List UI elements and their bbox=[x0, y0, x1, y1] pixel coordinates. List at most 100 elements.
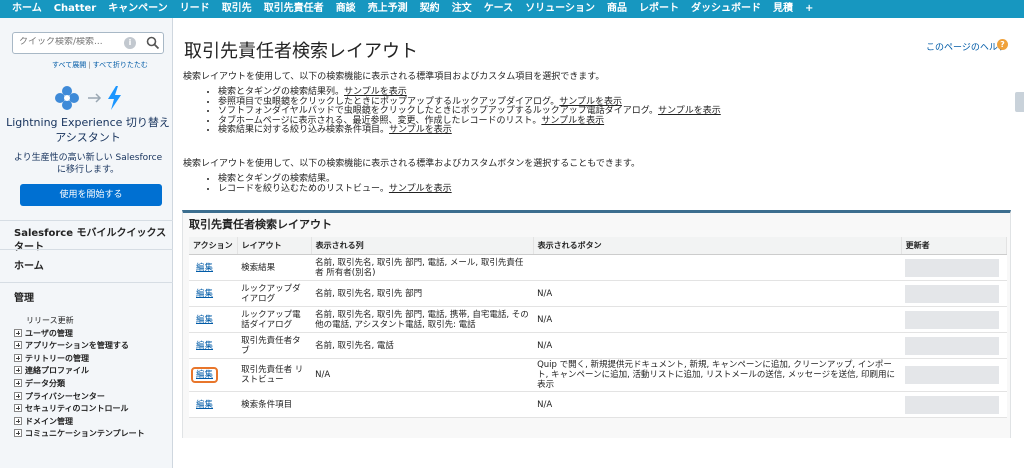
sidebar-admin-item[interactable]: リリース更新 bbox=[26, 315, 74, 327]
sidebar-admin-item-label: ユーザの管理 bbox=[25, 328, 73, 338]
buttons-cell: Quip で開く, 新規提供元ドキュメント, 新規, キャンペーンに追加, クリ… bbox=[533, 358, 902, 392]
sidebar-admin-item[interactable]: セキュリティのコントロール bbox=[14, 403, 129, 415]
sidebar-section-admin: 管理 bbox=[14, 293, 34, 304]
edit-link[interactable]: 編集 bbox=[193, 314, 216, 326]
expand-collapse-links: すべて展開 | すべて折りたたむ bbox=[52, 60, 148, 70]
main-content: 取引先責任者検索レイアウト このページのヘルプ ? 検索レイアウトを使用して、以… bbox=[174, 18, 1024, 468]
edit-link[interactable]: 編集 bbox=[193, 288, 216, 300]
updated-by-cell bbox=[901, 391, 1007, 418]
sidebar-admin-item[interactable]: テリトリーの管理 bbox=[14, 353, 89, 365]
tab-item[interactable]: ダッシュボード bbox=[685, 0, 767, 18]
columns-cell bbox=[311, 391, 534, 418]
redacted-user bbox=[905, 395, 1000, 414]
help-link[interactable]: このページのヘルプ bbox=[926, 40, 1007, 53]
quick-search-box[interactable]: i bbox=[12, 32, 164, 54]
tab-item[interactable]: ホーム bbox=[6, 0, 48, 18]
expand-icon[interactable] bbox=[14, 366, 22, 375]
divider bbox=[0, 249, 173, 250]
layout-cell: 検索結果 bbox=[237, 254, 312, 281]
tab-item[interactable]: キャンペーン bbox=[102, 0, 174, 18]
expand-icon[interactable] bbox=[14, 341, 22, 350]
show-sample-link[interactable]: サンプルを表示 bbox=[658, 106, 721, 116]
side-scroll-handle[interactable] bbox=[1015, 92, 1024, 112]
action-cell: 編集 bbox=[189, 280, 238, 307]
columns-cell: 名前, 取引先名, 取引先 部門 bbox=[311, 280, 534, 307]
lex-assistant-subtitle: より生産性の高い新しい Salesforce に移行します。 bbox=[13, 153, 163, 175]
layout-section: 取引先責任者検索レイアウト アクション レイアウト 表示される列 表示されるボタ… bbox=[182, 210, 1011, 438]
column-header: 表示される列 bbox=[311, 237, 534, 255]
buttons-cell: N/A bbox=[533, 280, 902, 307]
redacted-user bbox=[905, 366, 1000, 384]
expand-icon[interactable] bbox=[14, 416, 22, 425]
expand-all-link[interactable]: すべて展開 bbox=[52, 61, 86, 69]
sidebar-item-mobile-quickstart[interactable]: Salesforce モバイルクイックスタート bbox=[0, 227, 173, 255]
expand-icon[interactable] bbox=[14, 353, 22, 362]
tab-item[interactable]: 取引先 bbox=[216, 0, 258, 18]
show-sample-link[interactable]: サンプルを表示 bbox=[389, 125, 452, 135]
tab-item[interactable]: Chatter bbox=[48, 0, 102, 18]
table-header-row: アクション レイアウト 表示される列 表示されるボタン 更新者 bbox=[189, 237, 1008, 255]
column-header: 更新者 bbox=[901, 237, 1008, 255]
sidebar-admin-item[interactable]: ユーザの管理 bbox=[14, 328, 73, 340]
quick-search-input[interactable] bbox=[19, 37, 114, 47]
show-sample-link[interactable]: サンプルを表示 bbox=[389, 184, 452, 194]
sidebar-admin-item[interactable]: データ分類 bbox=[14, 378, 65, 390]
sidebar-admin-item-label: データ分類 bbox=[25, 379, 65, 388]
edit-link[interactable]: 編集 bbox=[190, 367, 219, 383]
link-separator: | bbox=[88, 61, 91, 69]
tab-item[interactable]: 契約 bbox=[414, 0, 446, 18]
sidebar-admin-item[interactable]: ドメイン管理 bbox=[14, 416, 73, 428]
column-header: 表示されるボタン bbox=[533, 237, 902, 255]
tab-item[interactable]: ケース bbox=[478, 0, 520, 18]
updated-by-cell bbox=[901, 280, 1007, 307]
show-sample-link[interactable]: サンプルを表示 bbox=[559, 97, 622, 107]
help-icon[interactable]: ? bbox=[997, 39, 1008, 50]
sidebar-admin-item[interactable]: アプリケーションを管理する bbox=[14, 340, 129, 352]
tab-item[interactable]: 見積 bbox=[767, 0, 799, 18]
show-sample-link[interactable]: サンプルを表示 bbox=[541, 116, 604, 126]
edit-link[interactable]: 編集 bbox=[193, 262, 216, 274]
column-header: レイアウト bbox=[237, 237, 312, 255]
sidebar-admin-item-label: アプリケーションを管理する bbox=[25, 341, 129, 351]
layout-cell: 取引先責任者タブ bbox=[237, 332, 312, 359]
table-row: 編集 取引先責任者 リストビュー N/A Quip で開く, 新規提供元ドキュメント,… bbox=[189, 358, 1007, 392]
tab-item[interactable]: 取引先責任者 bbox=[258, 0, 330, 18]
tab-item[interactable]: 売上予測 bbox=[362, 0, 414, 18]
tab-item[interactable]: リード bbox=[174, 0, 216, 18]
action-cell: 編集 bbox=[189, 306, 238, 333]
get-started-button[interactable]: 使用を開始する bbox=[20, 184, 162, 206]
tab-item[interactable]: レポート bbox=[633, 0, 685, 18]
tab-item[interactable]: 商品 bbox=[601, 0, 633, 18]
layout-table: アクション レイアウト 表示される列 表示されるボタン 更新者 編集 検索結果 名前… bbox=[189, 237, 1008, 418]
table-row: 編集 検索条件項目 N/A bbox=[189, 391, 1007, 418]
list-item: 検索結果に対する絞り込み検索条件項目。サンプルを表示 bbox=[218, 125, 721, 136]
info-icon[interactable]: i bbox=[124, 37, 136, 49]
action-cell: 編集 bbox=[189, 358, 238, 392]
expand-icon[interactable] bbox=[14, 429, 22, 438]
sidebar-admin-item[interactable]: プライバシーセンター bbox=[14, 391, 105, 403]
sidebar-item-home[interactable]: ホーム bbox=[0, 260, 173, 274]
expand-icon[interactable] bbox=[14, 379, 22, 387]
add-tab-button[interactable]: + bbox=[799, 0, 819, 18]
tab-item[interactable]: 注文 bbox=[446, 0, 478, 18]
list-item-text: 検索結果に対する絞り込み検索条件項目。 bbox=[218, 125, 390, 135]
show-sample-link[interactable]: サンプルを表示 bbox=[344, 87, 407, 97]
list-item-text: 検索とタギングの検索結果列。 bbox=[218, 87, 345, 97]
collapse-all-link[interactable]: すべて折りたたむ bbox=[93, 61, 148, 69]
tab-item[interactable]: ソリューション bbox=[519, 0, 601, 18]
sidebar-admin-item-label: テリトリーの管理 bbox=[25, 353, 89, 363]
expand-icon[interactable] bbox=[14, 328, 22, 337]
edit-link[interactable]: 編集 bbox=[193, 340, 216, 352]
sidebar-admin-item[interactable]: 連絡プロファイル bbox=[14, 365, 89, 377]
search-icon[interactable] bbox=[146, 36, 160, 50]
lightning-switch-icon bbox=[55, 86, 121, 110]
sidebar: i すべて展開|すべて折りたたむ Lightning Experience 切り… bbox=[0, 18, 173, 468]
table-row: 編集 ルックアップ電話ダイアログ 名前, 取引先名, 取引先 部門, 電話, 携帯,… bbox=[189, 306, 1007, 333]
tab-item[interactable]: 商談 bbox=[330, 0, 362, 18]
divider bbox=[0, 282, 173, 283]
sidebar-admin-item[interactable]: コミュニケーションテンプレート bbox=[14, 428, 145, 440]
expand-icon[interactable] bbox=[14, 391, 22, 400]
expand-icon[interactable] bbox=[14, 404, 22, 413]
list-item-text: タブホームページに表示される、最近参照、変更、作成したレコードのリスト。 bbox=[218, 115, 542, 126]
edit-link[interactable]: 編集 bbox=[193, 399, 216, 411]
